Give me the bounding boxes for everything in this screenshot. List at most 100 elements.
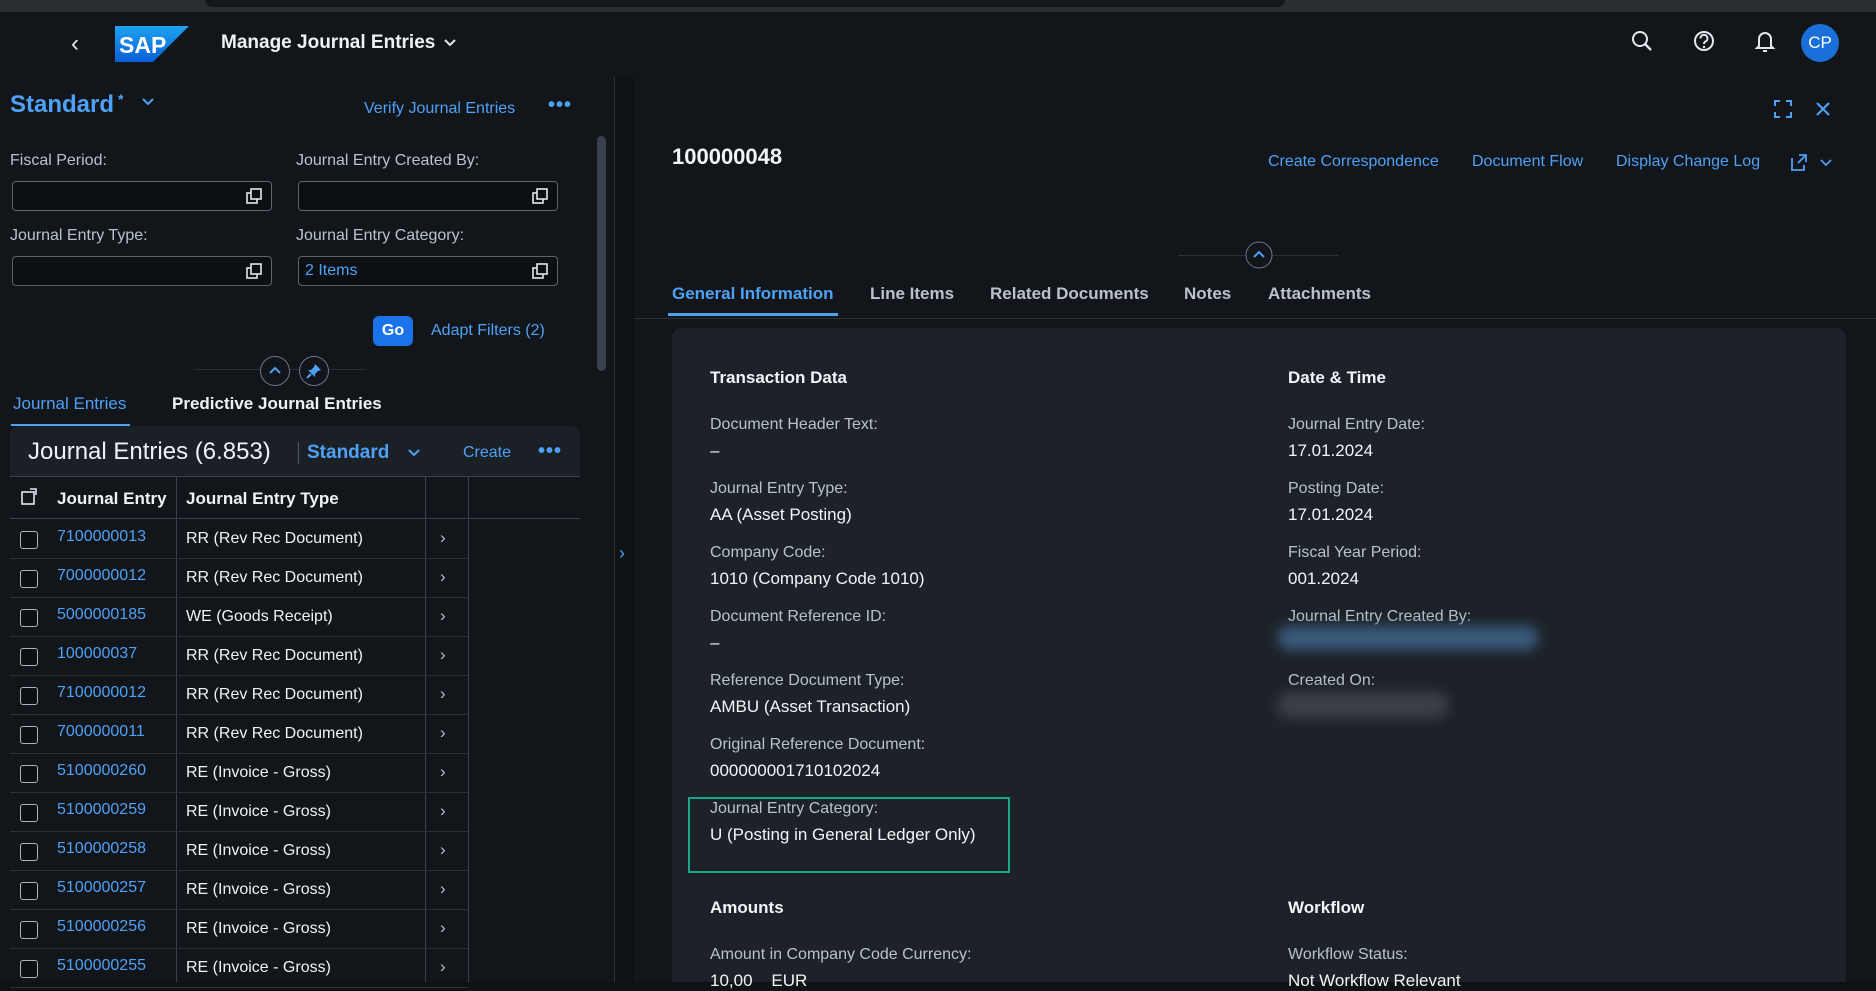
row-navigation-icon[interactable]: › <box>440 528 446 548</box>
row-navigation-icon[interactable]: › <box>440 840 446 860</box>
table-row[interactable]: 5100000259 RE (Invoice - Gross) › <box>10 792 468 832</box>
panel-splitter[interactable]: › <box>614 76 636 982</box>
close-icon[interactable] <box>1814 100 1832 118</box>
table-row[interactable]: 5100000257 RE (Invoice - Gross) › <box>10 870 468 910</box>
tab-journal-entries[interactable]: Journal Entries <box>10 394 131 427</box>
value-help-icon[interactable] <box>245 187 263 205</box>
journal-entry-link[interactable]: 5100000258 <box>57 840 146 858</box>
field-label: Journal Entry Date: <box>1288 416 1425 433</box>
table-variant-name: Standard <box>307 442 390 463</box>
row-navigation-icon[interactable]: › <box>440 723 446 743</box>
tab-line-items[interactable]: Line Items <box>870 284 954 304</box>
table-row[interactable]: 7000000012 RR (Rev Rec Document) › <box>10 558 468 598</box>
back-icon[interactable]: ‹ <box>64 32 86 56</box>
tab-predictive-journal-entries[interactable]: Predictive Journal Entries <box>172 394 382 414</box>
display-change-log-link[interactable]: Display Change Log <box>1616 153 1760 171</box>
row-checkbox[interactable] <box>20 726 38 744</box>
journal-entry-link[interactable]: 5100000259 <box>57 801 146 819</box>
value-help-icon[interactable] <box>245 262 263 280</box>
journal-entry-link[interactable]: 5100000260 <box>57 762 146 780</box>
table-variant-selector[interactable]: Standard <box>298 442 421 464</box>
value-help-icon[interactable] <box>531 187 549 205</box>
row-navigation-icon[interactable]: › <box>440 567 446 587</box>
journal-entry-type: RR (Rev Rec Document) <box>186 686 363 703</box>
collapse-header-icon[interactable] <box>260 356 290 386</box>
filter-variant-name: Standard <box>10 91 115 118</box>
column-header-journal-entry-type[interactable]: Journal Entry Type <box>186 489 339 509</box>
app-title-menu[interactable]: Manage Journal Entries <box>221 32 457 54</box>
row-checkbox[interactable] <box>20 687 38 705</box>
collapse-header-icon[interactable] <box>1245 241 1273 269</box>
journal-entry-type: RE (Invoice - Gross) <box>186 842 331 859</box>
created-by-input[interactable] <box>298 181 558 211</box>
row-checkbox[interactable] <box>20 804 38 822</box>
go-button[interactable]: Go <box>373 316 413 346</box>
left-panel-scrollbar[interactable] <box>597 136 606 371</box>
table-row[interactable]: 5100000260 RE (Invoice - Gross) › <box>10 753 468 793</box>
expand-right-icon[interactable]: › <box>619 543 625 564</box>
search-icon[interactable] <box>1627 26 1657 56</box>
row-checkbox[interactable] <box>20 531 38 549</box>
table-row[interactable]: 5100000258 RE (Invoice - Gross) › <box>10 831 468 871</box>
fullscreen-icon[interactable] <box>1772 98 1794 120</box>
table-row[interactable]: 5100000256 RE (Invoice - Gross) › <box>10 909 468 949</box>
journal-entry-link[interactable]: 7000000011 <box>57 723 145 741</box>
table-row[interactable]: 5000000185 WE (Goods Receipt) › <box>10 597 468 637</box>
more-options-icon[interactable]: ••• <box>548 94 572 117</box>
row-navigation-icon[interactable]: › <box>440 684 446 704</box>
fiscal-period-input[interactable] <box>12 181 272 211</box>
row-checkbox[interactable] <box>20 609 38 627</box>
sap-logo[interactable]: SAP <box>115 26 189 62</box>
select-all-icon[interactable] <box>20 488 38 506</box>
row-checkbox[interactable] <box>20 843 38 861</box>
document-flow-link[interactable]: Document Flow <box>1472 153 1583 171</box>
journal-entry-link[interactable]: 7100000013 <box>57 528 146 546</box>
row-checkbox[interactable] <box>20 570 38 588</box>
row-navigation-icon[interactable]: › <box>440 957 446 977</box>
row-navigation-icon[interactable]: › <box>440 801 446 821</box>
verify-journal-entries-link[interactable]: Verify Journal Entries <box>364 100 515 118</box>
tab-general-information[interactable]: General Information <box>668 284 838 316</box>
table-more-icon[interactable]: ••• <box>538 440 562 463</box>
journal-entry-category-input[interactable]: 2 Items <box>298 256 558 286</box>
row-navigation-icon[interactable]: › <box>440 879 446 899</box>
journal-entry-link[interactable]: 5100000257 <box>57 879 146 897</box>
row-navigation-icon[interactable]: › <box>440 762 446 782</box>
table-row[interactable]: 7100000013 RR (Rev Rec Document) › <box>10 519 468 559</box>
row-checkbox[interactable] <box>20 921 38 939</box>
field-value: AMBU (Asset Transaction) <box>710 697 911 716</box>
row-checkbox[interactable] <box>20 765 38 783</box>
filter-variant-selector[interactable]: Standard * <box>10 91 155 119</box>
adapt-filters-link[interactable]: Adapt Filters (2) <box>431 322 545 340</box>
tab-notes[interactable]: Notes <box>1184 284 1231 304</box>
tab-related-documents[interactable]: Related Documents <box>990 284 1149 304</box>
user-avatar[interactable]: CP <box>1801 24 1839 62</box>
journal-entry-link[interactable]: 7000000012 <box>57 567 146 585</box>
pin-icon[interactable] <box>299 356 329 386</box>
row-checkbox[interactable] <box>20 960 38 978</box>
row-navigation-icon[interactable]: › <box>440 645 446 665</box>
row-navigation-icon[interactable]: › <box>440 606 446 626</box>
table-row[interactable]: 7000000011 RR (Rev Rec Document) › <box>10 714 468 754</box>
create-correspondence-link[interactable]: Create Correspondence <box>1268 153 1439 171</box>
journal-entry-type-input[interactable] <box>12 256 272 286</box>
journal-entry-link[interactable]: 5000000185 <box>57 606 146 624</box>
column-header-journal-entry[interactable]: Journal Entry <box>57 489 167 509</box>
tab-attachments[interactable]: Attachments <box>1268 284 1371 304</box>
journal-entry-type: RR (Rev Rec Document) <box>186 725 363 742</box>
journal-entry-link[interactable]: 100000037 <box>57 645 137 663</box>
help-icon[interactable] <box>1689 26 1719 56</box>
journal-entry-link[interactable]: 5100000255 <box>57 957 146 975</box>
table-row[interactable]: 5100000255 RE (Invoice - Gross) › <box>10 948 468 988</box>
table-row[interactable]: 100000037 RR (Rev Rec Document) › <box>10 636 468 676</box>
bell-icon[interactable] <box>1750 26 1780 56</box>
share-icon[interactable] <box>1790 153 1834 173</box>
journal-entry-link[interactable]: 7100000012 <box>57 684 146 702</box>
create-button[interactable]: Create <box>463 444 511 462</box>
row-checkbox[interactable] <box>20 882 38 900</box>
value-help-icon[interactable] <box>531 262 549 280</box>
row-checkbox[interactable] <box>20 648 38 666</box>
row-navigation-icon[interactable]: › <box>440 918 446 938</box>
table-row[interactable]: 7100000012 RR (Rev Rec Document) › <box>10 675 468 715</box>
journal-entry-link[interactable]: 5100000256 <box>57 918 146 936</box>
